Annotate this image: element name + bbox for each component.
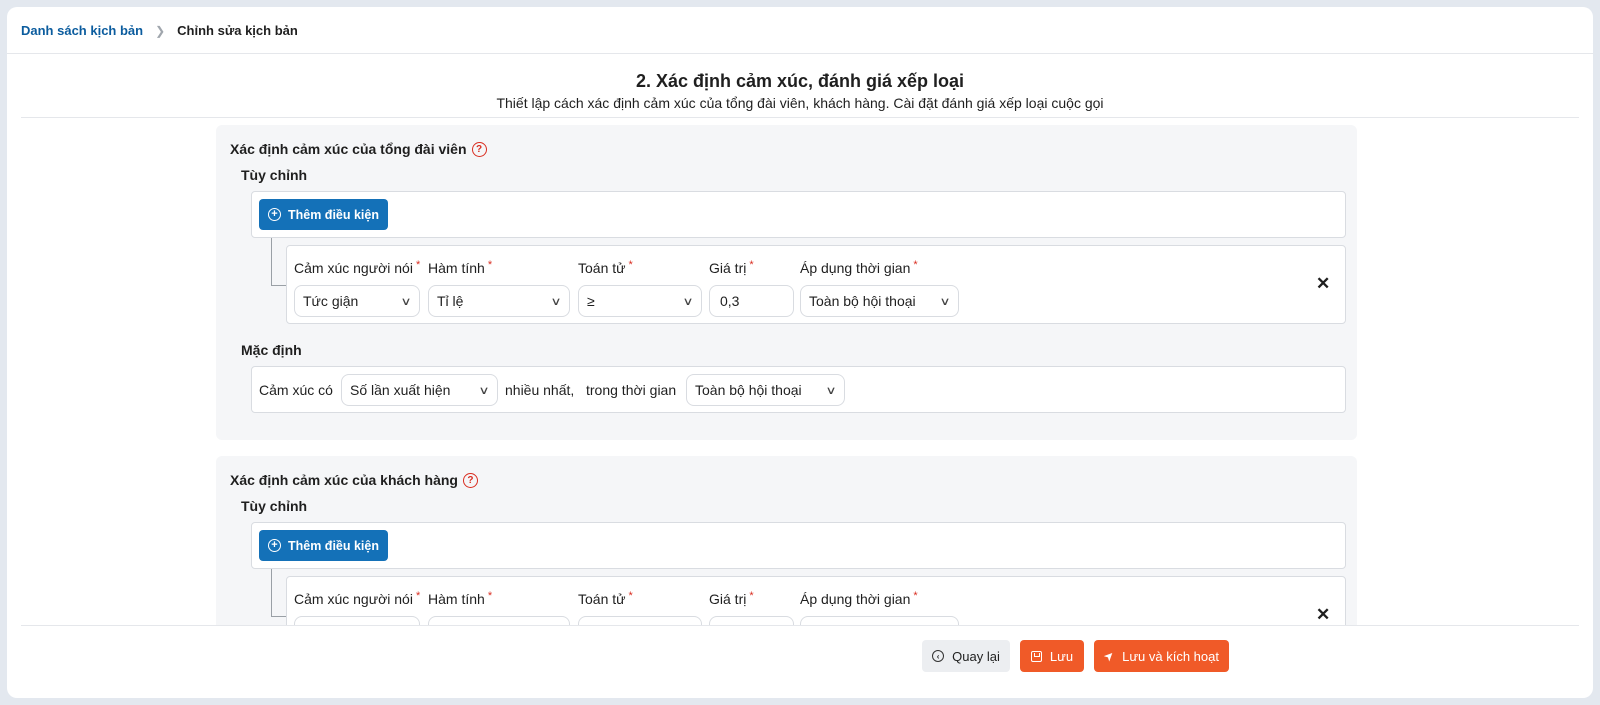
chevron-right-icon: ❯ [155,23,166,38]
breadcrumb-scenario-list-link[interactable]: Danh sách kịch bản [21,23,143,38]
function-label: Hàm tính * [428,259,493,276]
page-subtitle: Thiết lập cách xác định cảm xúc của tổng… [496,95,1104,111]
scroll-content[interactable]: Xác định cảm xúc của tổng đài viên ? Tùy… [7,118,1593,625]
save-and-activate-button[interactable]: ➤ Lưu và kích hoạt [1094,640,1229,672]
chevron-down-icon: ∨ [825,384,837,397]
header-divider [7,53,1593,54]
add-condition-label: Thêm điều kiện [288,207,379,222]
step-heading: 2. Xác định cảm xúc, đánh giá xếp loại T… [7,71,1593,111]
operator-select[interactable]: ≥ ∨ [578,285,702,317]
customer-section-title: Xác định cảm xúc của khách hàng ? [230,472,478,488]
customer-emotion-section: Xác định cảm xúc của khách hàng ? Tùy ch… [216,456,1357,625]
breadcrumb-current: Chỉnh sửa kịch bản [177,23,298,38]
speaker-emotion-value: Tức giận [303,293,359,309]
chevron-down-icon: ∨ [550,295,562,308]
apply-time-select[interactable] [800,616,959,625]
help-icon[interactable]: ? [462,472,478,488]
apply-time-label: Áp dụng thời gian * [800,590,918,607]
function-select[interactable] [428,616,570,625]
plus-circle-icon: + [268,539,281,552]
value-label: Giá trị * [709,259,754,276]
default-metric-select[interactable]: Số lần xuất hiện ∨ [341,374,498,406]
tree-connector [271,238,286,286]
customer-add-condition-box: + Thêm điều kiện [251,522,1346,569]
close-icon[interactable]: ✕ [1316,274,1330,294]
function-value: Tỉ lệ [437,293,464,309]
chevron-down-icon: ∨ [939,295,951,308]
rocket-icon: ➤ [1100,647,1118,665]
function-label: Hàm tính * [428,590,493,607]
agent-emotion-section: Xác định cảm xúc của tổng đài viên ? Tùy… [216,125,1357,440]
tree-connector [271,569,286,617]
breadcrumb: Danh sách kịch bản ❯ Chỉnh sửa kịch bản [21,7,298,54]
agent-add-condition-box: + Thêm điều kiện [251,191,1346,238]
speaker-emotion-label: Cảm xúc người nói * [294,259,421,276]
chevron-down-icon: ∨ [478,384,490,397]
operator-value: ≥ [587,293,595,309]
back-icon: ‹ [932,650,945,662]
agent-add-condition-button[interactable]: + Thêm điều kiện [259,199,388,230]
default-middle-text: nhiều nhất, [505,382,575,398]
footer-divider [21,625,1579,626]
save-icon [1030,650,1042,662]
apply-time-select[interactable]: Toàn bộ hội thoại ∨ [800,285,959,317]
help-icon[interactable]: ? [471,141,487,157]
operator-label: Toán tử * [578,259,633,276]
default-time-prefix: trong thời gian [586,382,677,398]
agent-section-title-text: Xác định cảm xúc của tổng đài viên [230,141,467,157]
agent-default-label: Mặc định [241,342,302,358]
speaker-emotion-select[interactable] [294,616,420,625]
back-label: Quay lại [952,648,1000,664]
value-label: Giá trị * [709,590,754,607]
speaker-emotion-label: Cảm xúc người nói * [294,590,421,607]
agent-custom-label: Tùy chỉnh [241,167,308,183]
customer-section-title-text: Xác định cảm xúc của khách hàng [230,472,458,488]
default-metric-value: Số lần xuất hiện [350,382,451,398]
plus-circle-icon: + [268,208,281,221]
apply-time-label: Áp dụng thời gian * [800,259,918,276]
chevron-down-icon: ∨ [400,295,412,308]
chevron-down-icon: ∨ [682,295,694,308]
customer-custom-label: Tùy chỉnh [241,498,308,514]
add-condition-label: Thêm điều kiện [288,538,379,553]
value-input[interactable] [709,616,794,625]
page-title: 2. Xác định cảm xúc, đánh giá xếp loại [635,71,965,91]
close-icon[interactable]: ✕ [1316,605,1330,625]
customer-add-condition-button[interactable]: + Thêm điều kiện [259,530,388,561]
function-select[interactable]: Tỉ lệ ∨ [428,285,570,317]
operator-select[interactable] [578,616,702,625]
save-activate-label: Lưu và kích hoạt [1122,648,1219,664]
default-time-value: Toàn bộ hội thoại [695,382,802,398]
customer-condition-row: Cảm xúc người nói * Hàm tính * Toán tử * Gi… [286,576,1346,625]
default-time-select[interactable]: Toàn bộ hội thoại ∨ [686,374,845,406]
back-button[interactable]: ‹ Quay lại [922,640,1010,672]
agent-default-row: Cảm xúc có Số lần xuất hiện ∨ nhiều nhất… [251,366,1346,413]
save-button[interactable]: Lưu [1020,640,1084,672]
operator-label: Toán tử * [578,590,633,607]
agent-section-title: Xác định cảm xúc của tổng đài viên ? [230,141,487,157]
save-label: Lưu [1049,648,1074,664]
speaker-emotion-select[interactable]: Tức giận ∨ [294,285,420,317]
default-prefix: Cảm xúc có [259,382,333,398]
main-card: Danh sách kịch bản ❯ Chỉnh sửa kịch bản … [7,7,1593,698]
apply-time-value: Toàn bộ hội thoại [809,293,916,309]
value-input[interactable] [709,285,794,317]
agent-condition-row: Cảm xúc người nói * Hàm tính * Toán tử * Gi… [286,245,1346,324]
